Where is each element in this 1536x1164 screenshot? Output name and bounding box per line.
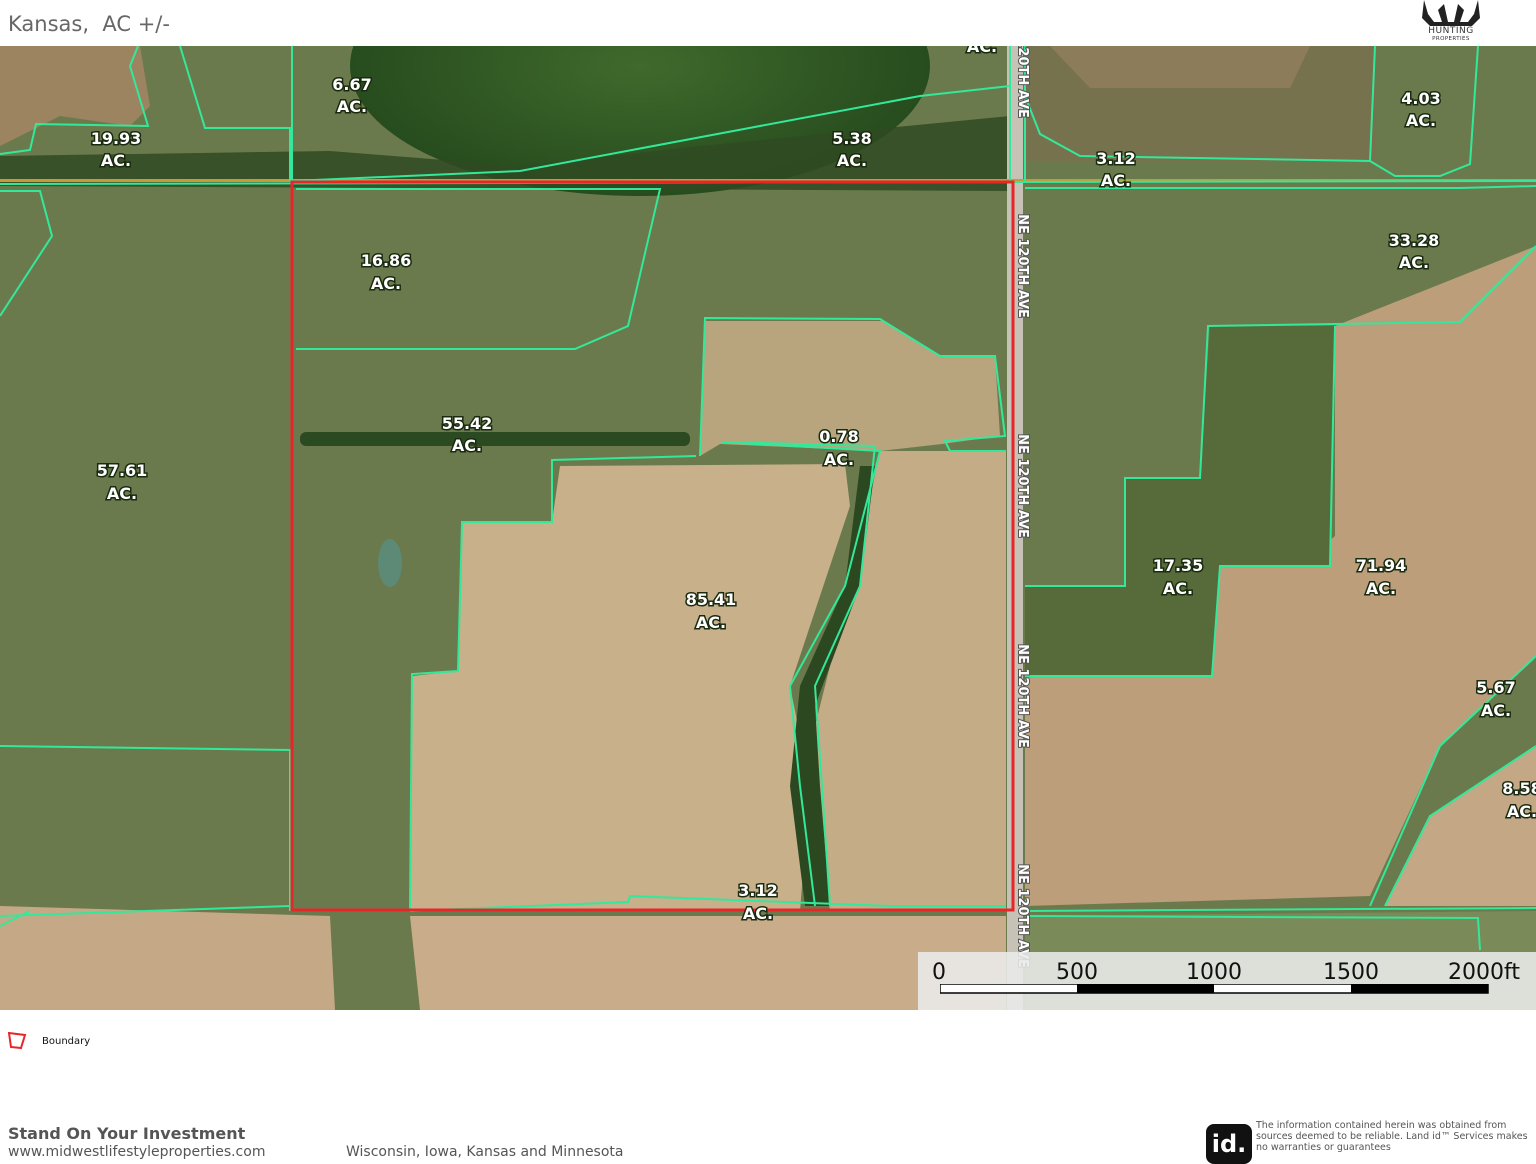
footer-slogan: Stand On Your Investment	[8, 1124, 246, 1143]
acre-unit-3-12-south: AC.	[743, 904, 773, 923]
acre-label-57-61: 57.61	[97, 461, 148, 480]
acre-label-5-67: 5.67	[1476, 678, 1515, 697]
field-bottom-left	[0, 906, 335, 1010]
acre-label-8-58: 8.58	[1502, 779, 1536, 798]
acre-label-55-42: 55.42	[442, 414, 493, 433]
legend-boundary-label: Boundary	[42, 1035, 91, 1047]
logo-subtext: PROPERTIES	[1432, 36, 1470, 42]
page-title: Kansas, AC +/-	[8, 12, 170, 36]
landid-logo-icon: id.	[1206, 1124, 1252, 1164]
logo-text: HUNTING	[1428, 26, 1474, 36]
aerial-map[interactable]: 19.93 AC. 6.67 AC. 5.38 AC. 3.12 AC. 4.0…	[0, 46, 1536, 1010]
scale-tick-0: 0	[932, 960, 946, 985]
acre-label-6-67: 6.67	[332, 75, 371, 94]
acre-label-4-03: 4.03	[1401, 89, 1440, 108]
acre-label-71-94: 71.94	[1356, 556, 1407, 575]
footer-url[interactable]: www.midwestlifestyleproperties.com	[8, 1144, 265, 1160]
acre-unit-85-41: AC.	[696, 613, 726, 632]
scale-tick-500: 500	[1056, 960, 1098, 985]
acre-unit-57-61: AC.	[107, 484, 137, 503]
acre-unit-0-78: AC.	[824, 450, 854, 469]
footer-states: Wisconsin, Iowa, Kansas and Minnesota	[346, 1144, 624, 1160]
acre-unit-55-42: AC.	[452, 436, 482, 455]
tree-row	[300, 432, 690, 446]
boundary-legend-icon	[8, 1032, 27, 1050]
acre-unit-top-cut: AC.	[967, 46, 997, 56]
acre-unit-16-86: AC.	[371, 274, 401, 293]
pond	[378, 539, 402, 587]
scale-bar: 0 500 1000 1500 2000ft	[918, 952, 1536, 1010]
acre-unit-5-67: AC.	[1481, 701, 1511, 720]
acre-unit-3-12-north: AC.	[1101, 171, 1131, 190]
acre-label-3-12-south: 3.12	[738, 881, 777, 900]
acre-label-19-93: 19.93	[91, 129, 142, 148]
acre-label-16-86: 16.86	[361, 251, 412, 270]
field-top-right-2	[1025, 46, 1375, 161]
acre-unit-8-58: AC.	[1507, 802, 1536, 821]
crop-field-85	[410, 464, 850, 911]
field-bottom-center	[410, 916, 1006, 1010]
acre-unit-6-67: AC.	[337, 97, 367, 116]
acre-label-5-38: 5.38	[832, 129, 871, 148]
disclaimer-text: The information contained herein was obt…	[1256, 1120, 1528, 1153]
acre-unit-5-38: AC.	[837, 151, 867, 170]
acre-label-17-35: 17.35	[1153, 556, 1204, 575]
road-label-4: NE 120TH AVE	[1015, 644, 1030, 748]
road-label-1: NE 120TH AVE	[1015, 46, 1030, 118]
acre-unit-71-94: AC.	[1366, 579, 1396, 598]
acre-unit-19-93: AC.	[101, 151, 131, 170]
acre-unit-17-35: AC.	[1163, 579, 1193, 598]
acre-unit-33-28: AC.	[1399, 253, 1429, 272]
scale-tick-1000: 1000	[1186, 960, 1242, 985]
acre-label-3-12-north: 3.12	[1096, 149, 1135, 168]
scale-bar-graphic	[940, 984, 1489, 994]
scale-tick-1500: 1500	[1323, 960, 1379, 985]
road-label-2: NE 120TH AVE	[1015, 214, 1030, 318]
company-logo: HUNTING PROPERTIES	[1418, 0, 1484, 46]
acre-label-33-28: 33.28	[1389, 231, 1440, 250]
acre-label-85-41: 85.41	[686, 590, 737, 609]
acre-label-0-78: 0.78	[819, 427, 858, 446]
map-legend: Boundary	[8, 1030, 90, 1052]
antler-logo-icon	[1422, 0, 1480, 26]
map-canvas: 19.93 AC. 6.67 AC. 5.38 AC. 3.12 AC. 4.0…	[0, 46, 1536, 1010]
scale-tick-2000: 2000ft	[1448, 960, 1520, 985]
road-label-3: NE 120TH AVE	[1015, 434, 1030, 538]
acre-unit-4-03: AC.	[1406, 111, 1436, 130]
